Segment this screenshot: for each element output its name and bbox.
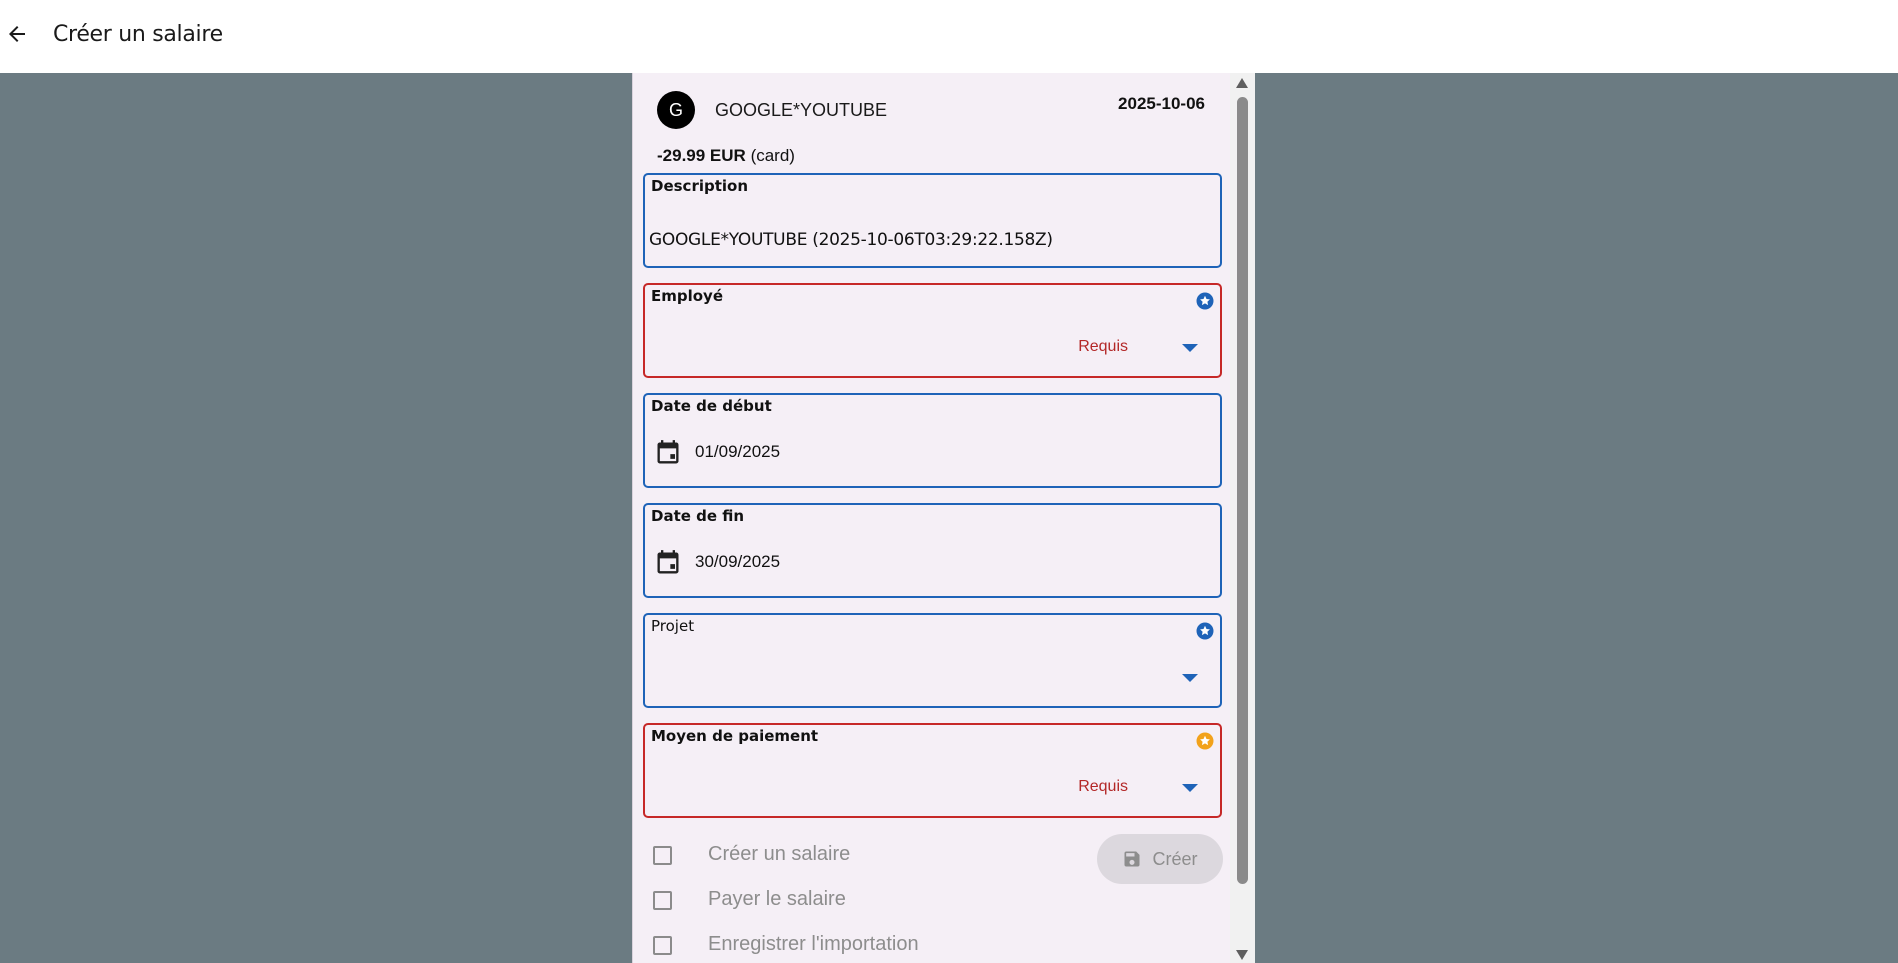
description-field[interactable]: Description GOOGLE*YOUTUBE (2025-10-06T0… [643,173,1222,268]
projet-label: Projet [651,617,695,635]
calendar-icon[interactable] [654,438,682,468]
checkbox-label: Enregistrer l'importation [708,933,919,955]
back-button[interactable] [0,17,34,51]
date-debut-value[interactable]: 01/09/2025 [695,442,780,462]
checkbox-row-create-salary[interactable]: Créer un salaire [653,842,953,872]
merchant-name: GOOGLE*YOUTUBE [715,100,888,120]
save-icon [1124,851,1140,867]
amount-value: -29.99 EUR [657,146,746,165]
transaction-header: G GOOGLE*YOUTUBE 2025-10-06 [657,91,1217,129]
create-salary-checkbox[interactable] [653,846,672,865]
transaction-date: 2025-10-06 [1118,94,1205,113]
date-fin-field[interactable]: Date de fin 30/09/2025 [643,503,1222,598]
star-badge-icon [1196,622,1214,640]
date-debut-label: Date de début [651,397,772,415]
form-panel: G GOOGLE*YOUTUBE 2025-10-06 -29.99 EUR (… [632,73,1232,963]
create-button-label: Créer [1152,848,1198,869]
avatar: G [657,91,695,129]
date-fin-label: Date de fin [651,507,745,525]
moyen-paiement-label: Moyen de paiement [651,727,819,745]
description-label: Description [651,177,749,195]
app-bar: Créer un salaire [0,0,1898,73]
moyen-paiement-error: Requis [1078,778,1128,795]
employe-field[interactable]: Employé Requis [643,283,1222,378]
vertical-scrollbar[interactable] [1230,73,1255,963]
page-title: Créer un salaire [53,22,223,47]
star-badge-icon [1196,292,1214,310]
calendar-icon[interactable] [654,548,682,578]
chevron-down-icon[interactable] [1182,674,1198,682]
star-badge-icon [1196,732,1214,750]
payment-method: (card) [750,146,795,165]
scroll-up-icon[interactable] [1236,78,1248,88]
checkbox-row-save-import[interactable]: Enregistrer l'importation [653,932,953,962]
checkbox-label: Créer un salaire [708,843,851,865]
checkbox-row-pay-salary[interactable]: Payer le salaire [653,887,953,917]
employe-label: Employé [651,287,724,305]
moyen-paiement-field[interactable]: Moyen de paiement Requis [643,723,1222,818]
description-value[interactable]: GOOGLE*YOUTUBE (2025-10-06T03:29:22.158Z… [649,230,1053,250]
scroll-down-icon[interactable] [1236,950,1248,960]
employe-error: Requis [1078,338,1128,355]
chevron-down-icon[interactable] [1182,344,1198,352]
date-debut-field[interactable]: Date de début 01/09/2025 [643,393,1222,488]
checkbox-label: Payer le salaire [708,888,846,910]
scroll-thumb[interactable] [1237,97,1248,884]
date-fin-value[interactable]: 30/09/2025 [695,552,780,572]
chevron-down-icon[interactable] [1182,784,1198,792]
pay-salary-checkbox[interactable] [653,891,672,910]
amount-line: -29.99 EUR (card) [657,146,795,166]
arrow-left-icon [9,26,25,42]
projet-field[interactable]: Projet [643,613,1222,708]
create-button[interactable]: Créer [1097,834,1223,884]
save-import-checkbox[interactable] [653,936,672,955]
